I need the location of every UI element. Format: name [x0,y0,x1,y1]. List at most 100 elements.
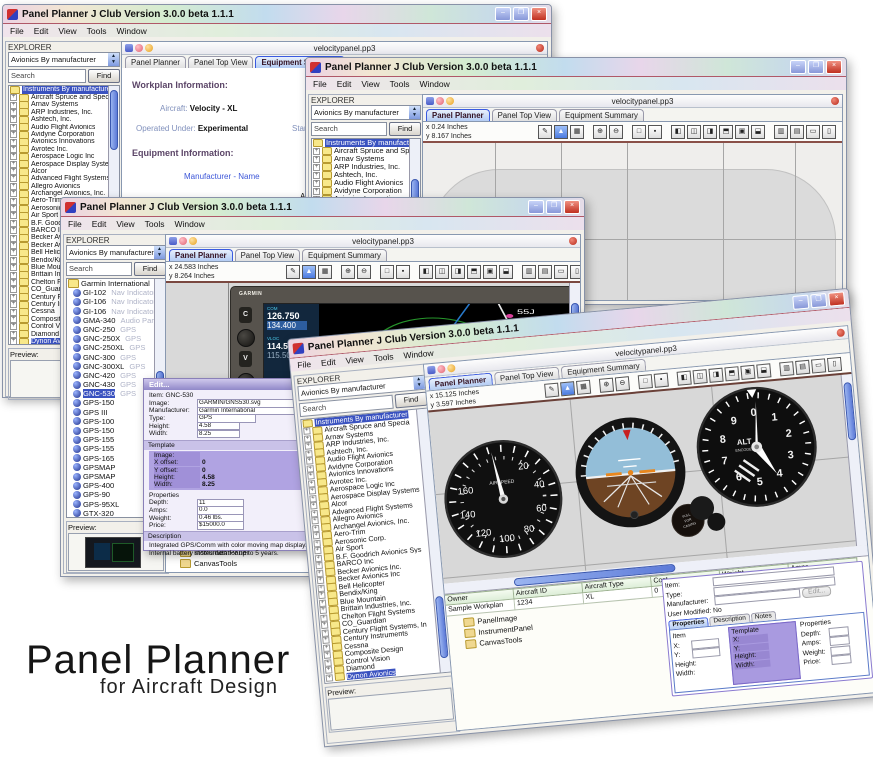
expand-icon[interactable]: + [313,148,320,155]
expand-icon[interactable]: + [10,183,17,190]
expand-icon[interactable]: + [10,294,17,301]
expand-icon[interactable]: + [10,175,17,182]
align-bottom-icon[interactable]: ⬓ [756,363,771,378]
pointer-icon[interactable]: ▲ [554,125,568,139]
find-button[interactable]: Find [389,122,421,136]
tree-item[interactable]: GNC-250XLGPS [67,343,165,352]
restore-button[interactable]: ❐ [513,7,529,21]
menu-item[interactable]: View [345,354,364,366]
expand-icon[interactable]: + [10,316,17,323]
expand-icon[interactable]: + [317,577,325,585]
tree-item[interactable]: GNC-250XGPS [67,334,165,343]
align-bottom-icon[interactable]: ⬓ [751,125,765,139]
titlebar[interactable]: Panel Planner J Club Version 3.0.0 beta … [306,58,846,77]
expand-icon[interactable]: + [10,131,17,138]
match-width-icon[interactable]: ▭ [554,265,568,279]
expand-icon[interactable]: + [10,301,17,308]
center-point-icon[interactable]: ▪ [654,373,669,388]
doc-minimize-icon[interactable] [447,364,456,373]
expand-icon[interactable]: + [305,442,313,450]
minimize-button[interactable]: – [528,200,544,214]
gps-vloc-flip-button[interactable]: V [239,351,252,367]
distribute-v-icon[interactable]: ▤ [538,265,552,279]
restore-button[interactable]: ❐ [546,200,562,214]
menu-item[interactable]: Tools [390,79,410,89]
align-bottom-icon[interactable]: ⬓ [499,265,513,279]
menu-item[interactable]: Window [403,347,434,360]
expand-icon[interactable]: + [313,532,321,540]
align-right-icon[interactable]: ◨ [708,368,723,383]
doc-close-icon[interactable] [437,365,446,374]
expand-icon[interactable]: + [10,139,17,146]
tree-item[interactable]: +Audio Flight Avionics [9,124,119,131]
expand-icon[interactable]: + [10,272,17,279]
expand-icon[interactable]: + [10,249,17,256]
category-combobox[interactable]: Avionics By manufacturer▲▼ [66,245,166,260]
match-height-icon[interactable]: ▯ [827,357,842,372]
titlebar[interactable]: Panel Planner J Club Version 3.0.0 beta … [61,198,584,217]
align-center-icon[interactable]: ◫ [693,369,708,384]
expand-icon[interactable]: + [313,540,321,548]
find-button[interactable]: Find [394,392,427,409]
expand-icon[interactable]: + [10,309,17,316]
close-button[interactable]: × [828,291,845,306]
doc-minimize-icon[interactable] [189,237,197,245]
expand-icon[interactable]: + [10,338,17,345]
match-height-icon[interactable]: ▯ [822,125,836,139]
expand-icon[interactable]: + [319,599,327,607]
zoom-in-icon[interactable]: ⊕ [593,125,607,139]
scrollbar-thumb[interactable] [110,90,118,150]
menu-item[interactable]: File [10,26,24,36]
zoom-in-icon[interactable]: ⊕ [599,378,614,393]
template-height-value[interactable]: 4.58 [202,474,215,481]
doc-menu-icon[interactable] [427,366,436,375]
tree-item[interactable]: GNC-300XLGPS [67,362,165,371]
center-point-icon[interactable]: ▪ [648,125,662,139]
distribute-v-icon[interactable]: ▤ [795,360,810,375]
tree-item[interactable]: +Aerospace Display Systems [9,161,119,168]
document-titlebar[interactable]: velocitypanel.pp3 [122,42,547,55]
align-middle-icon[interactable]: ▣ [483,265,497,279]
width-field[interactable]: 8.25 [197,430,240,439]
combobox-arrows-icon[interactable]: ▲▼ [154,246,165,259]
doc-close-icon[interactable] [436,97,444,105]
tree-item[interactable]: +Avidyne Corporation [312,187,420,195]
tree-root[interactable]: Garmin International [67,279,165,288]
tree-item[interactable]: GNC-300GPS [67,353,165,362]
pencil-icon[interactable]: ✎ [286,265,300,279]
expand-icon[interactable]: + [311,517,319,525]
zoom-out-icon[interactable]: ⊖ [357,265,371,279]
expand-icon[interactable]: + [10,102,17,109]
menu-item[interactable]: File [68,219,82,229]
menu-item[interactable]: Edit [337,79,352,89]
expand-icon[interactable]: + [308,480,316,488]
document-titlebar[interactable]: velocitypanel.pp3 [423,95,842,108]
expand-icon[interactable]: + [10,212,17,219]
expand-icon[interactable]: + [10,205,17,212]
menu-item[interactable]: Edit [34,26,49,36]
frame-icon[interactable]: ▦ [570,125,584,139]
minimize-button[interactable]: – [790,60,806,74]
align-middle-icon[interactable]: ▣ [735,125,749,139]
expand-icon[interactable]: + [306,457,314,465]
expand-icon[interactable]: + [324,652,332,660]
canvas-scrollbar[interactable] [841,374,868,546]
expand-icon[interactable]: + [313,180,320,187]
x-offset-value[interactable]: 0 [202,459,206,466]
expand-icon[interactable]: + [322,637,330,645]
menu-item[interactable]: Window [419,79,449,89]
expand-icon[interactable]: + [319,607,327,615]
zoom-in-icon[interactable]: ⊕ [341,265,355,279]
menu-item[interactable]: Edit [321,356,337,367]
menu-item[interactable]: View [361,79,379,89]
pencil-icon[interactable]: ✎ [544,383,559,398]
distribute-h-icon[interactable]: ▥ [774,125,788,139]
restore-button[interactable]: ❐ [808,60,824,74]
align-middle-icon[interactable]: ▣ [740,365,755,380]
doc-minimize-icon[interactable] [145,44,153,52]
expand-icon[interactable]: + [10,257,17,264]
menu-item[interactable]: Edit [92,219,107,229]
tree-item[interactable]: +Allegro Avionics [9,183,119,190]
doc-close-icon[interactable] [179,237,187,245]
price-field[interactable] [831,654,852,665]
